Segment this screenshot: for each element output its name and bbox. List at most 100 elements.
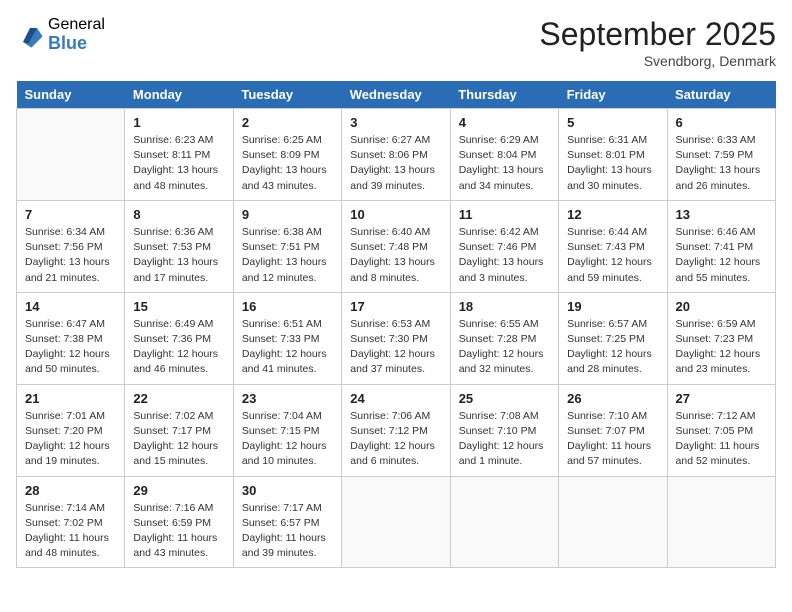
logo-text: General Blue — [48, 16, 105, 53]
header-row: SundayMondayTuesdayWednesdayThursdayFrid… — [17, 81, 776, 109]
day-number: 8 — [133, 207, 224, 222]
calendar-cell — [559, 476, 667, 568]
day-number: 10 — [350, 207, 441, 222]
logo-icon — [16, 21, 44, 49]
day-info: Sunrise: 7:04 AM Sunset: 7:15 PM Dayligh… — [242, 409, 333, 470]
calendar-cell: 12 Sunrise: 6:44 AM Sunset: 7:43 PM Dayli… — [559, 200, 667, 292]
day-info: Sunrise: 6:51 AM Sunset: 7:33 PM Dayligh… — [242, 317, 333, 378]
day-info: Sunrise: 6:38 AM Sunset: 7:51 PM Dayligh… — [242, 225, 333, 286]
day-info: Sunrise: 6:44 AM Sunset: 7:43 PM Dayligh… — [567, 225, 658, 286]
week-row-3: 21Sunrise: 7:01 AM Sunset: 7:20 PM Dayli… — [17, 384, 776, 476]
day-info: Sunrise: 7:06 AM Sunset: 7:12 PM Dayligh… — [350, 409, 441, 470]
day-info: Sunrise: 6:57 AM Sunset: 7:25 PM Dayligh… — [567, 317, 658, 378]
calendar-cell: 3Sunrise: 6:27 AM Sunset: 8:06 PM Daylig… — [342, 109, 450, 201]
day-number: 2 — [242, 115, 333, 130]
day-info: Sunrise: 7:14 AM Sunset: 7:02 PM Dayligh… — [25, 501, 116, 562]
calendar-cell: 23 Sunrise: 7:04 AM Sunset: 7:15 PM Dayli… — [233, 384, 341, 476]
calendar-cell: 13Sunrise: 6:46 AM Sunset: 7:41 PM Dayli… — [667, 200, 775, 292]
month-title: September 2025 — [539, 16, 776, 53]
day-info: Sunrise: 6:47 AM Sunset: 7:38 PM Dayligh… — [25, 317, 116, 378]
day-number: 16 — [242, 299, 333, 314]
location-subtitle: Svendborg, Denmark — [539, 53, 776, 69]
day-number: 1 — [133, 115, 224, 130]
day-info: Sunrise: 7:08 AM Sunset: 7:10 PM Dayligh… — [459, 409, 550, 470]
title-block: September 2025 Svendborg, Denmark — [539, 16, 776, 69]
day-number: 5 — [567, 115, 658, 130]
col-header-friday: Friday — [559, 81, 667, 109]
day-info: Sunrise: 6:59 AM Sunset: 7:23 PM Dayligh… — [676, 317, 767, 378]
calendar-cell — [17, 109, 125, 201]
calendar-cell: 7 Sunrise: 6:34 AM Sunset: 7:56 PM Daylig… — [17, 200, 125, 292]
calendar-cell — [450, 476, 558, 568]
calendar-cell: 5 Sunrise: 6:31 AM Sunset: 8:01 PM Daylig… — [559, 109, 667, 201]
day-number: 18 — [459, 299, 550, 314]
calendar-cell: 1Sunrise: 6:23 AM Sunset: 8:11 PM Daylig… — [125, 109, 233, 201]
calendar-body: 1Sunrise: 6:23 AM Sunset: 8:11 PM Daylig… — [17, 109, 776, 568]
calendar-cell: 25Sunrise: 7:08 AM Sunset: 7:10 PM Dayli… — [450, 384, 558, 476]
day-number: 22 — [133, 391, 224, 406]
week-row-4: 28 Sunrise: 7:14 AM Sunset: 7:02 PM Dayli… — [17, 476, 776, 568]
calendar-cell — [342, 476, 450, 568]
calendar-cell: 15 Sunrise: 6:49 AM Sunset: 7:36 PM Dayli… — [125, 292, 233, 384]
col-header-thursday: Thursday — [450, 81, 558, 109]
day-info: Sunrise: 7:10 AM Sunset: 7:07 PM Dayligh… — [567, 409, 658, 470]
col-header-wednesday: Wednesday — [342, 81, 450, 109]
day-number: 23 — [242, 391, 333, 406]
day-number: 19 — [567, 299, 658, 314]
day-info: Sunrise: 6:49 AM Sunset: 7:36 PM Dayligh… — [133, 317, 224, 378]
calendar-cell: 18 Sunrise: 6:55 AM Sunset: 7:28 PM Dayli… — [450, 292, 558, 384]
day-info: Sunrise: 6:33 AM Sunset: 7:59 PM Dayligh… — [676, 133, 767, 194]
day-number: 9 — [242, 207, 333, 222]
calendar-cell: 8 Sunrise: 6:36 AM Sunset: 7:53 PM Daylig… — [125, 200, 233, 292]
calendar-cell: 4 Sunrise: 6:29 AM Sunset: 8:04 PM Daylig… — [450, 109, 558, 201]
calendar-cell: 30Sunrise: 7:17 AM Sunset: 6:57 PM Dayli… — [233, 476, 341, 568]
day-number: 27 — [676, 391, 767, 406]
day-info: Sunrise: 6:55 AM Sunset: 7:28 PM Dayligh… — [459, 317, 550, 378]
calendar-cell: 28 Sunrise: 7:14 AM Sunset: 7:02 PM Dayli… — [17, 476, 125, 568]
day-info: Sunrise: 7:17 AM Sunset: 6:57 PM Dayligh… — [242, 501, 333, 562]
day-number: 6 — [676, 115, 767, 130]
day-info: Sunrise: 6:34 AM Sunset: 7:56 PM Dayligh… — [25, 225, 116, 286]
day-info: Sunrise: 6:36 AM Sunset: 7:53 PM Dayligh… — [133, 225, 224, 286]
day-info: Sunrise: 6:46 AM Sunset: 7:41 PM Dayligh… — [676, 225, 767, 286]
col-header-monday: Monday — [125, 81, 233, 109]
day-number: 28 — [25, 483, 116, 498]
calendar-cell: 17Sunrise: 6:53 AM Sunset: 7:30 PM Dayli… — [342, 292, 450, 384]
day-info: Sunrise: 7:12 AM Sunset: 7:05 PM Dayligh… — [676, 409, 767, 470]
calendar-cell: 19 Sunrise: 6:57 AM Sunset: 7:25 PM Dayli… — [559, 292, 667, 384]
day-info: Sunrise: 7:02 AM Sunset: 7:17 PM Dayligh… — [133, 409, 224, 470]
day-info: Sunrise: 6:40 AM Sunset: 7:48 PM Dayligh… — [350, 225, 441, 286]
calendar-cell — [667, 476, 775, 568]
col-header-sunday: Sunday — [17, 81, 125, 109]
logo-general: General — [48, 16, 105, 34]
day-info: Sunrise: 6:29 AM Sunset: 8:04 PM Dayligh… — [459, 133, 550, 194]
logo-blue: Blue — [48, 34, 105, 54]
day-info: Sunrise: 7:16 AM Sunset: 6:59 PM Dayligh… — [133, 501, 224, 562]
calendar-cell: 9 Sunrise: 6:38 AM Sunset: 7:51 PM Daylig… — [233, 200, 341, 292]
calendar-cell: 16 Sunrise: 6:51 AM Sunset: 7:33 PM Dayli… — [233, 292, 341, 384]
calendar-header: SundayMondayTuesdayWednesdayThursdayFrid… — [17, 81, 776, 109]
calendar-cell: 6 Sunrise: 6:33 AM Sunset: 7:59 PM Daylig… — [667, 109, 775, 201]
day-number: 15 — [133, 299, 224, 314]
day-number: 14 — [25, 299, 116, 314]
day-number: 4 — [459, 115, 550, 130]
calendar-cell: 29 Sunrise: 7:16 AM Sunset: 6:59 PM Dayli… — [125, 476, 233, 568]
day-number: 3 — [350, 115, 441, 130]
day-info: Sunrise: 7:01 AM Sunset: 7:20 PM Dayligh… — [25, 409, 116, 470]
calendar-cell: 14 Sunrise: 6:47 AM Sunset: 7:38 PM Dayli… — [17, 292, 125, 384]
calendar-cell: 21Sunrise: 7:01 AM Sunset: 7:20 PM Dayli… — [17, 384, 125, 476]
day-number: 12 — [567, 207, 658, 222]
calendar-cell: 27 Sunrise: 7:12 AM Sunset: 7:05 PM Dayli… — [667, 384, 775, 476]
calendar-cell: 24Sunrise: 7:06 AM Sunset: 7:12 PM Dayli… — [342, 384, 450, 476]
day-info: Sunrise: 6:42 AM Sunset: 7:46 PM Dayligh… — [459, 225, 550, 286]
day-number: 11 — [459, 207, 550, 222]
day-info: Sunrise: 6:25 AM Sunset: 8:09 PM Dayligh… — [242, 133, 333, 194]
day-number: 29 — [133, 483, 224, 498]
calendar-cell: 11 Sunrise: 6:42 AM Sunset: 7:46 PM Dayli… — [450, 200, 558, 292]
col-header-tuesday: Tuesday — [233, 81, 341, 109]
week-row-0: 1Sunrise: 6:23 AM Sunset: 8:11 PM Daylig… — [17, 109, 776, 201]
day-info: Sunrise: 6:31 AM Sunset: 8:01 PM Dayligh… — [567, 133, 658, 194]
day-number: 7 — [25, 207, 116, 222]
col-header-saturday: Saturday — [667, 81, 775, 109]
week-row-1: 7 Sunrise: 6:34 AM Sunset: 7:56 PM Daylig… — [17, 200, 776, 292]
